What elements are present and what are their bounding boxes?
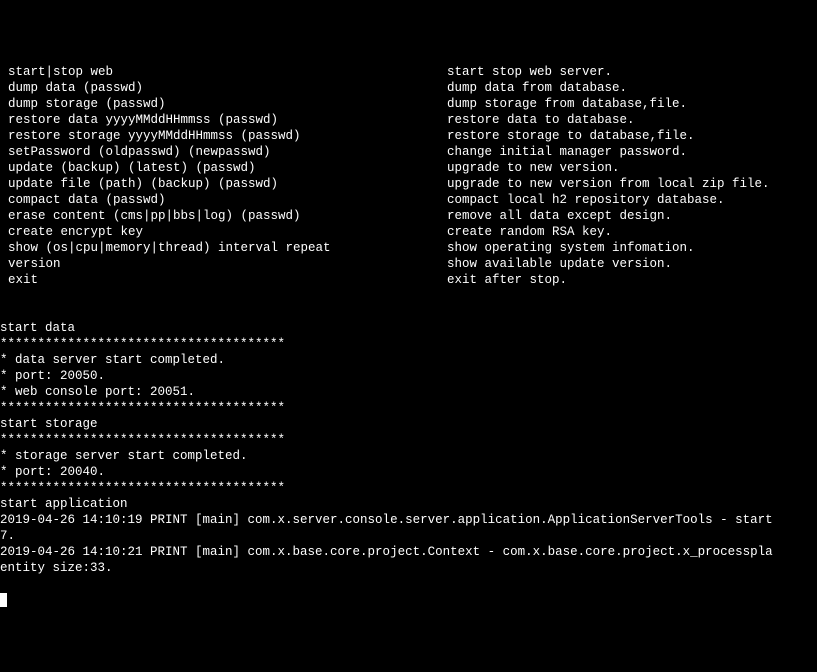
help-description: compact local h2 repository database. xyxy=(447,192,817,208)
help-command: start|stop web xyxy=(0,64,447,80)
log-line: start storage xyxy=(0,416,817,432)
help-row: update (backup) (latest) (passwd)upgrade… xyxy=(0,160,817,176)
log-line: 2019-04-26 14:10:19 PRINT [main] com.x.s… xyxy=(0,512,817,528)
help-row: dump storage (passwd)dump storage from d… xyxy=(0,96,817,112)
help-description: remove all data except design. xyxy=(447,208,817,224)
help-row: create encrypt keycreate random RSA key. xyxy=(0,224,817,240)
help-row: setPassword (oldpasswd) (newpasswd)chang… xyxy=(0,144,817,160)
help-command: compact data (passwd) xyxy=(0,192,447,208)
log-line: ************************************** xyxy=(0,480,817,496)
log-line: start application xyxy=(0,496,817,512)
help-description: upgrade to new version. xyxy=(447,160,817,176)
log-line: 2019-04-26 14:10:21 PRINT [main] com.x.b… xyxy=(0,544,817,560)
help-command: version xyxy=(0,256,447,272)
log-line: ************************************** xyxy=(0,400,817,416)
help-command: setPassword (oldpasswd) (newpasswd) xyxy=(0,144,447,160)
terminal-cursor xyxy=(0,593,7,607)
help-command: erase content (cms|pp|bbs|log) (passwd) xyxy=(0,208,447,224)
help-description: create random RSA key. xyxy=(447,224,817,240)
help-row: versionshow available update version. xyxy=(0,256,817,272)
help-description: dump data from database. xyxy=(447,80,817,96)
help-row: restore data yyyyMMddHHmmss (passwd)rest… xyxy=(0,112,817,128)
help-row: exitexit after stop. xyxy=(0,272,817,288)
help-description: show available update version. xyxy=(447,256,817,272)
help-command: show (os|cpu|memory|thread) interval rep… xyxy=(0,240,447,256)
help-row: update file (path) (backup) (passwd)upgr… xyxy=(0,176,817,192)
log-line: entity size:33. xyxy=(0,560,817,576)
help-description: change initial manager password. xyxy=(447,144,817,160)
help-command: restore data yyyyMMddHHmmss (passwd) xyxy=(0,112,447,128)
help-description: dump storage from database,file. xyxy=(447,96,817,112)
log-line: ************************************** xyxy=(0,432,817,448)
help-row: erase content (cms|pp|bbs|log) (passwd)r… xyxy=(0,208,817,224)
help-command: update (backup) (latest) (passwd) xyxy=(0,160,447,176)
help-description: upgrade to new version from local zip fi… xyxy=(447,176,817,192)
help-description: restore storage to database,file. xyxy=(447,128,817,144)
help-description: start stop web server. xyxy=(447,64,817,80)
log-line: ************************************** xyxy=(0,336,817,352)
help-command: exit xyxy=(0,272,447,288)
console-log: start data******************************… xyxy=(0,304,817,576)
help-row: dump data (passwd)dump data from databas… xyxy=(0,80,817,96)
help-description: restore data to database. xyxy=(447,112,817,128)
help-description: exit after stop. xyxy=(447,272,817,288)
help-command: dump data (passwd) xyxy=(0,80,447,96)
help-command: restore storage yyyyMMddHHmmss (passwd) xyxy=(0,128,447,144)
help-description: show operating system infomation. xyxy=(447,240,817,256)
help-command: update file (path) (backup) (passwd) xyxy=(0,176,447,192)
log-line: * storage server start completed. xyxy=(0,448,817,464)
help-row: compact data (passwd)compact local h2 re… xyxy=(0,192,817,208)
log-line: * web console port: 20051. xyxy=(0,384,817,400)
help-command: dump storage (passwd) xyxy=(0,96,447,112)
help-row: start|stop webstart stop web server. xyxy=(0,64,817,80)
help-command: create encrypt key xyxy=(0,224,447,240)
log-line: * port: 20040. xyxy=(0,464,817,480)
help-row: show (os|cpu|memory|thread) interval rep… xyxy=(0,240,817,256)
log-line: 7. xyxy=(0,528,817,544)
help-command-table: start|stop webstart stop web server.dump… xyxy=(0,64,817,288)
log-line: start data xyxy=(0,320,817,336)
log-line: * data server start completed. xyxy=(0,352,817,368)
log-line xyxy=(0,304,817,320)
log-line: * port: 20050. xyxy=(0,368,817,384)
help-row: restore storage yyyyMMddHHmmss (passwd)r… xyxy=(0,128,817,144)
